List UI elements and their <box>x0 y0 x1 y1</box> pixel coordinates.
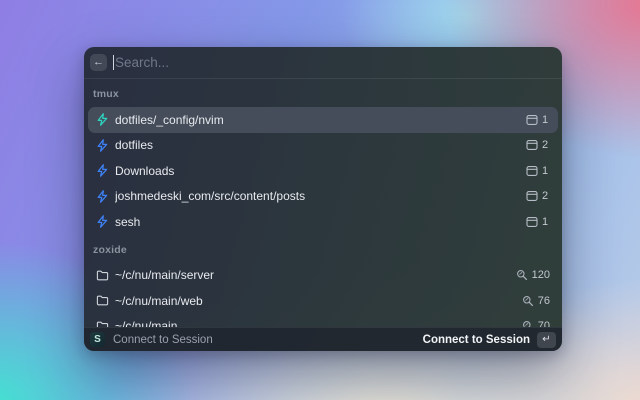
search-bar: ← <box>84 47 562 79</box>
item-badge: 2 <box>526 190 550 202</box>
results-list: tmux dotfiles/_config/nvim <box>84 79 562 327</box>
item-badge: 70 <box>522 320 550 327</box>
item-count: 2 <box>542 139 550 151</box>
item-label: Downloads <box>115 164 518 178</box>
folder-icon <box>96 294 109 307</box>
window-count-icon <box>526 165 538 177</box>
item-badge: 120 <box>516 269 550 281</box>
score-magnifier-icon <box>516 269 528 281</box>
list-item[interactable]: ~/c/nu/main/web 76 <box>88 288 558 314</box>
item-label: ~/c/nu/main/web <box>115 294 514 308</box>
sesh-app-icon: S <box>90 332 105 347</box>
folder-icon <box>96 320 109 327</box>
return-key-hint[interactable]: ↵ <box>537 332 556 348</box>
item-label: joshmedeski_com/src/content/posts <box>115 189 518 203</box>
list-item[interactable]: Downloads 1 <box>88 158 558 184</box>
bolt-icon <box>96 164 109 177</box>
score-magnifier-icon <box>522 295 534 307</box>
list-item[interactable]: sesh 1 <box>88 209 558 235</box>
item-label: dotfiles/_config/nvim <box>115 113 518 127</box>
window-count-icon <box>526 190 538 202</box>
item-badge: 1 <box>526 165 550 177</box>
result-section: tmux dotfiles/_config/nvim <box>84 79 562 235</box>
footer-bar: S Connect to Session Connect to Session … <box>84 327 562 351</box>
list-item[interactable]: joshmedeski_com/src/content/posts 2 <box>88 184 558 210</box>
back-arrow-icon: ← <box>93 57 104 68</box>
launcher-window: ← tmux dotfiles/_config/nvim <box>84 47 562 351</box>
bolt-icon <box>96 215 109 228</box>
item-label: ~/c/nu/main/server <box>115 268 508 282</box>
item-count: 70 <box>538 320 550 327</box>
search-field-wrap <box>113 55 552 70</box>
section-header: zoxide <box>84 235 562 263</box>
text-caret <box>113 55 114 70</box>
back-button[interactable]: ← <box>90 54 107 71</box>
bolt-icon <box>96 139 109 152</box>
footer-status-label: Connect to Session <box>113 334 423 346</box>
item-badge: 1 <box>526 114 550 126</box>
item-label: ~/c/nu/main <box>115 319 514 327</box>
primary-action-button[interactable]: Connect to Session <box>423 334 530 346</box>
item-label: sesh <box>115 215 518 229</box>
window-count-icon <box>526 139 538 151</box>
list-item[interactable]: ~/c/nu/main 70 <box>88 314 558 328</box>
section-items: dotfiles/_config/nvim 1 <box>84 107 562 235</box>
item-count: 76 <box>538 295 550 307</box>
search-input[interactable] <box>115 55 552 70</box>
folder-icon <box>96 269 109 282</box>
item-count: 1 <box>542 216 550 228</box>
list-item[interactable]: dotfiles 2 <box>88 133 558 159</box>
item-count: 2 <box>542 190 550 202</box>
score-magnifier-icon <box>522 320 534 327</box>
bolt-icon <box>96 113 109 126</box>
item-count: 1 <box>542 165 550 177</box>
item-badge: 1 <box>526 216 550 228</box>
item-count: 1 <box>542 114 550 126</box>
section-items: ~/c/nu/main/server 120 <box>84 263 562 328</box>
result-section: zoxide ~/c/nu/main/server <box>84 235 562 328</box>
section-header: tmux <box>84 79 562 107</box>
item-badge: 2 <box>526 139 550 151</box>
item-badge: 76 <box>522 295 550 307</box>
list-item[interactable]: dotfiles/_config/nvim 1 <box>88 107 558 133</box>
item-count: 120 <box>532 269 550 281</box>
bolt-icon <box>96 190 109 203</box>
item-label: dotfiles <box>115 138 518 152</box>
window-count-icon <box>526 216 538 228</box>
list-item[interactable]: ~/c/nu/main/server 120 <box>88 263 558 289</box>
window-count-icon <box>526 114 538 126</box>
